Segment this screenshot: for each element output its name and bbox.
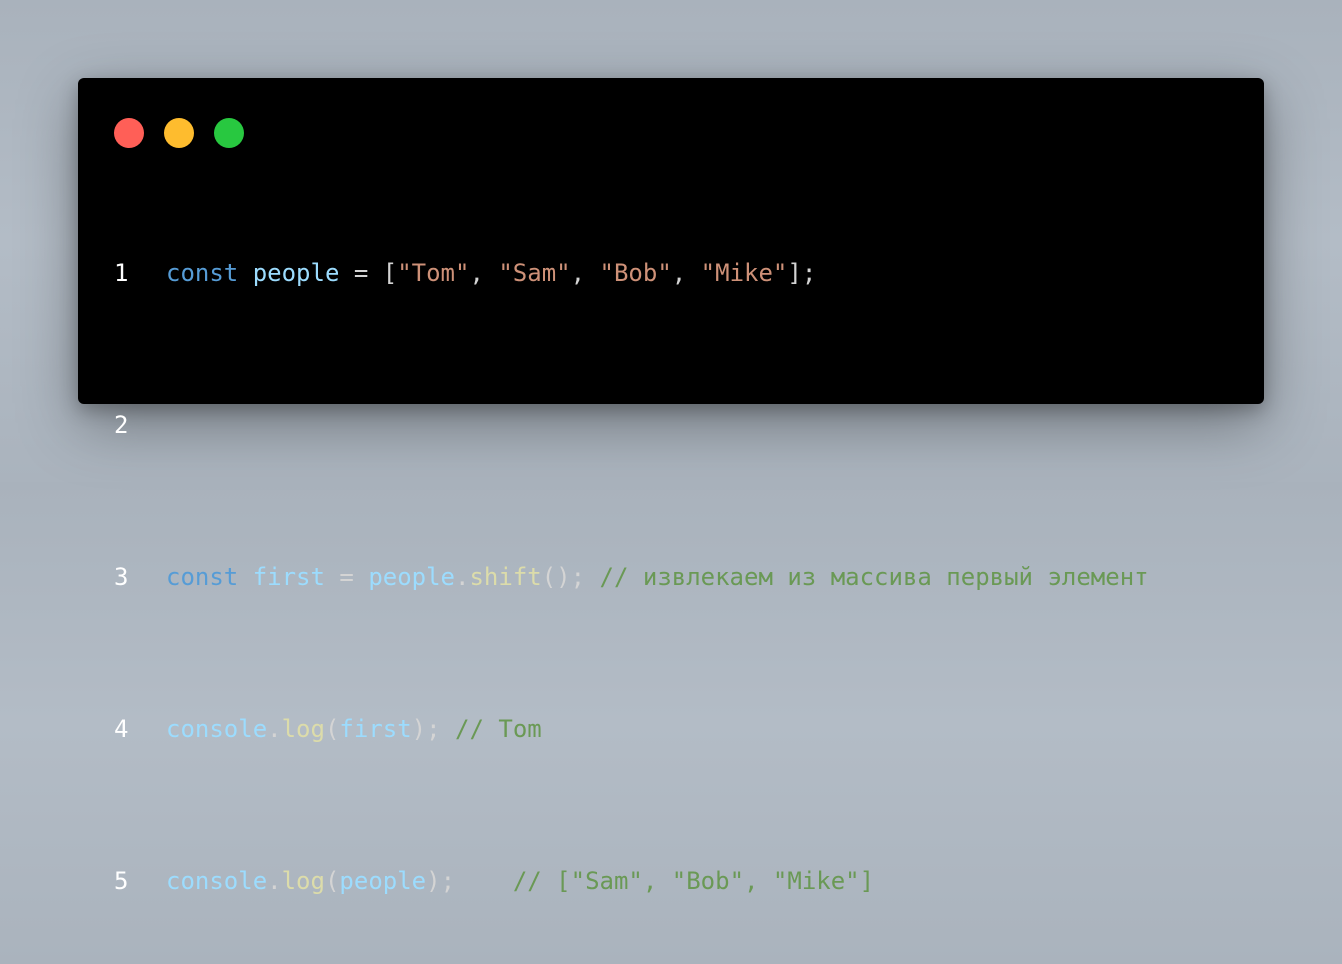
string-token: "Tom": [397, 259, 470, 287]
code-line-2: 2: [114, 406, 1149, 444]
line-number: 4: [114, 715, 129, 743]
code-line-3: 3 const first = people. shift (); // извлек…: [114, 558, 1149, 596]
comment-token: // извлекаем из массива первый элемент: [599, 563, 1149, 591]
comment-token: // Tom: [455, 715, 542, 743]
punctuation-token: .: [267, 867, 282, 895]
line-number: 1: [114, 259, 129, 287]
operator-token: = [: [339, 259, 398, 287]
punctuation-token: ();: [541, 563, 600, 591]
punctuation-token: (: [324, 867, 340, 895]
close-button[interactable]: [114, 118, 144, 148]
line-number: 5: [114, 867, 129, 895]
keyword-token: const: [166, 563, 239, 591]
code-block: 1 const people = ["Tom", "Sam", "Bob", "M…: [114, 178, 1149, 964]
line-number: 2: [114, 411, 129, 439]
variable-token: first: [339, 715, 412, 743]
punctuation-token: );: [426, 867, 513, 895]
variable-token: console: [166, 867, 268, 895]
variable-token: people: [252, 259, 340, 287]
variable-token: console: [166, 715, 268, 743]
variable-token: people: [339, 867, 427, 895]
punctuation-token: ,: [469, 259, 499, 287]
line-number: 3: [114, 563, 129, 591]
keyword-token: const: [166, 259, 239, 287]
code-line-4: 4 console. log(first); // Tom: [114, 710, 1149, 748]
punctuation-token: ,: [671, 259, 701, 287]
maximize-button[interactable]: [214, 118, 244, 148]
punctuation-token: .: [455, 563, 470, 591]
comment-token: // ["Sam", "Bob", "Mike"]: [512, 867, 875, 895]
function-token: log: [281, 867, 325, 895]
punctuation-token: (: [324, 715, 340, 743]
punctuation-token: ];: [787, 259, 817, 287]
function-token: log: [281, 715, 325, 743]
string-token: "Mike": [700, 259, 788, 287]
window-controls: [114, 118, 244, 148]
code-window: 1 const people = ["Tom", "Sam", "Bob", "M…: [78, 78, 1264, 895]
function-token: shift: [469, 563, 542, 591]
minimize-button[interactable]: [164, 118, 194, 148]
code-line-5: 5 console. log(people); // ["Sam", "Bob", …: [114, 862, 1149, 900]
punctuation-token: .: [267, 715, 282, 743]
punctuation-token: );: [411, 715, 456, 743]
variable-token: first: [252, 563, 325, 591]
punctuation-token: ,: [570, 259, 600, 287]
string-token: "Sam": [498, 259, 571, 287]
string-token: "Bob": [599, 259, 672, 287]
code-line-1: 1 const people = ["Tom", "Sam", "Bob", "M…: [114, 254, 1149, 292]
variable-token: people: [368, 563, 456, 591]
operator-token: =: [324, 563, 369, 591]
